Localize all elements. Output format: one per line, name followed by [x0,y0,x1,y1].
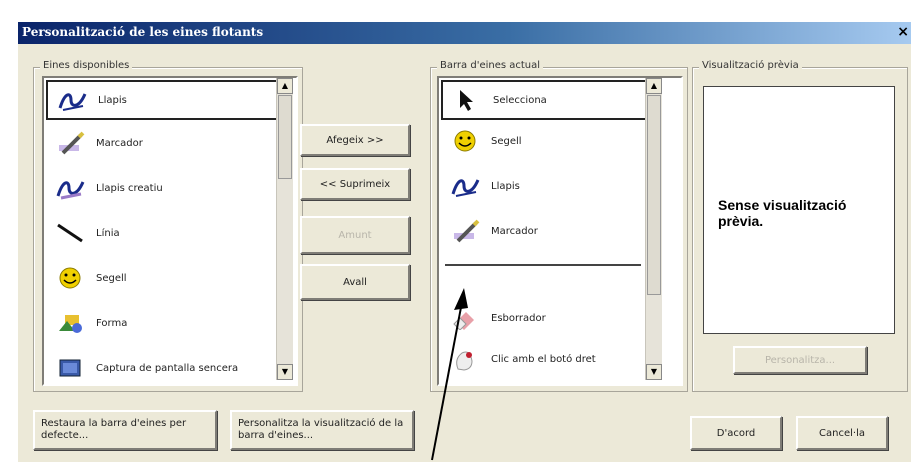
move-down-button[interactable]: Avall [300,264,410,300]
current-toolbar-label: Barra d'eines actual [437,60,544,71]
move-up-button[interactable]: Amunt [300,216,410,254]
title-bar: Personalització de les eines flotants × [18,22,911,44]
list-item[interactable]: Línia [46,215,274,251]
customize-view-button[interactable]: Personalitza la visualització de la barr… [230,410,414,450]
pen-icon [447,171,483,201]
screen-capture-icon [52,353,88,383]
current-scrollbar[interactable]: ▲ ▼ [645,78,662,380]
list-item-label: Llapis [491,180,520,192]
preview-label: Visualització prèvia [699,60,802,71]
cancel-button[interactable]: Cancel·la [796,416,888,450]
list-item-label: Clic amb el botó dret [491,353,596,365]
creative-pen-icon [52,173,88,203]
close-icon[interactable]: × [897,24,909,40]
list-item-label: Línia [96,227,120,239]
list-item[interactable]: Marcador [46,125,274,161]
list-item[interactable]: Captura de pantalla sencera [46,350,274,384]
stamp-icon [52,263,88,293]
list-item[interactable]: Selecciona [441,80,649,120]
pen-icon [54,85,90,115]
window-title: Personalització de les eines flotants [22,25,264,39]
add-button[interactable]: Afegeix >> [300,124,410,156]
highlighter-icon [447,216,483,246]
shape-icon [52,308,88,338]
ok-button[interactable]: D'acord [690,416,782,450]
list-item-label: Llapis [98,94,127,106]
annotation-arrow [431,288,468,461]
scroll-thumb[interactable] [278,95,292,179]
stamp-icon [447,126,483,156]
restore-default-button[interactable]: Restaura la barra d'eines per defecte... [33,410,217,450]
list-item-label: Captura de pantalla sencera [96,362,239,374]
highlighter-icon [52,128,88,158]
list-item-label: Forma [96,317,128,329]
list-item-label: Segell [96,272,127,284]
remove-button[interactable]: << Suprimeix [300,168,410,200]
list-item[interactable]: Segell [46,260,274,296]
list-item-label: Marcador [96,137,143,149]
list-item[interactable]: Llapis [441,168,645,204]
available-tools-label: Eines disponibles [40,60,133,71]
list-item-label: Selecciona [493,94,547,106]
line-icon [52,218,88,248]
list-item[interactable]: Segell [441,123,645,159]
list-item[interactable]: Marcador [441,213,645,249]
preview-area: Sense visualització prèvia. [703,86,895,334]
list-item-label: Marcador [491,225,538,237]
scroll-up-icon[interactable]: ▲ [646,78,662,94]
available-tools-group: Eines disponibles Llapis Marcador Llapis… [33,60,303,392]
scroll-up-icon[interactable]: ▲ [277,78,293,94]
list-item[interactable]: Llapis [46,80,278,120]
list-item[interactable]: Llapis creatiu [46,170,274,206]
scroll-thumb[interactable] [647,95,661,295]
select-arrow-icon [449,85,485,115]
list-item-label: Esborrador [491,312,546,324]
available-scrollbar[interactable]: ▲ ▼ [276,78,293,380]
scroll-down-icon[interactable]: ▼ [277,364,293,380]
list-item[interactable]: Forma [46,305,274,341]
preview-empty-text: Sense visualització prèvia. [718,197,847,229]
scroll-down-icon[interactable]: ▼ [646,364,662,380]
available-tools-list[interactable]: Llapis Marcador Llapis creatiu Línia Seg… [42,76,298,386]
preview-group: Visualització prèvia Sense visualització… [692,60,908,392]
toolbar-separator[interactable] [445,264,641,266]
list-item-label: Segell [491,135,522,147]
customize-preview-button[interactable]: Personalitza... [733,346,867,374]
list-item-label: Llapis creatiu [96,182,163,194]
